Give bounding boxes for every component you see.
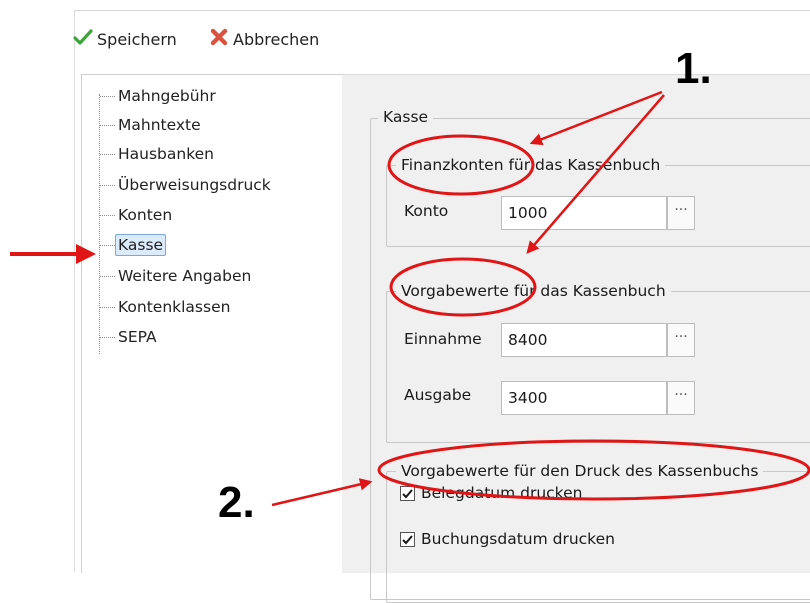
belegdatum-checkbox[interactable]: Belegdatum drucken	[400, 484, 582, 502]
tree-item-label: Überweisungsdruck	[118, 176, 271, 194]
vorgabewerte-group	[386, 291, 810, 443]
einnahme-input[interactable]: 8400	[501, 323, 667, 357]
konto-input[interactable]: 1000	[501, 196, 667, 230]
belegdatum-label: Belegdatum drucken	[421, 484, 583, 502]
settings-tree: Mahngebühr Mahntexte Hausbanken Überweis…	[81, 74, 343, 573]
tree-item-kontenklassen[interactable]: Kontenklassen	[100, 296, 233, 318]
settings-panel: Kasse Finanzkonten für das Kassenbuch Ko…	[342, 74, 810, 603]
top-divider	[74, 10, 810, 11]
druck-group-title: Vorgabewerte für den Druck des Kassenbuc…	[396, 461, 764, 481]
tree-item-label: Kontenklassen	[118, 298, 231, 316]
tree-item-mahntexte[interactable]: Mahntexte	[100, 114, 204, 136]
vorgabewerte-group-title: Vorgabewerte für das Kassenbuch	[396, 281, 671, 301]
tree-item-label: Konten	[118, 206, 173, 224]
annotation-2: 2.	[218, 478, 255, 527]
left-divider	[74, 10, 75, 572]
tree-item-hausbanken[interactable]: Hausbanken	[100, 143, 217, 165]
tree-item-mahngebuehr[interactable]: Mahngebühr	[100, 85, 219, 107]
annotation-1: 1.	[675, 44, 712, 93]
ausgabe-lookup-button[interactable]: ...	[667, 381, 695, 415]
left-margin	[0, 0, 74, 572]
checkbox-box[interactable]	[400, 485, 415, 501]
konto-lookup-button[interactable]: ...	[667, 196, 695, 230]
einnahme-lookup-button[interactable]: ...	[667, 323, 695, 357]
tree-item-label: SEPA	[118, 328, 157, 346]
konto-label: Konto	[404, 202, 449, 220]
tree-item-weitere-angaben[interactable]: Weitere Angaben	[100, 265, 254, 287]
buchungsdatum-checkbox[interactable]: Buchungsdatum drucken	[400, 530, 615, 548]
checkbox-box[interactable]	[400, 531, 415, 547]
tree-item-label: Weitere Angaben	[118, 267, 252, 285]
tree-item-ueberweisungsdruck[interactable]: Überweisungsdruck	[100, 174, 274, 196]
tree-item-label: Mahngebühr	[118, 87, 216, 105]
finanzkonten-group-title: Finanzkonten für das Kassenbuch	[396, 155, 666, 175]
buchungsdatum-label: Buchungsdatum drucken	[421, 530, 615, 548]
cancel-button[interactable]: Abbrechen	[209, 27, 319, 51]
checkmark-icon	[73, 28, 93, 50]
tree-item-label: Mahntexte	[118, 116, 201, 134]
tree-item-kasse[interactable]: Kasse	[100, 234, 167, 256]
cancel-x-icon	[209, 27, 229, 51]
tree-item-sepa[interactable]: SEPA	[100, 326, 160, 348]
ausgabe-label: Ausgabe	[404, 386, 472, 404]
save-label: Speichern	[97, 29, 177, 49]
save-button[interactable]: Speichern	[73, 27, 177, 51]
tree-item-label: Hausbanken	[118, 145, 214, 163]
kasse-group-title: Kasse	[378, 107, 434, 127]
check-icon	[402, 488, 413, 498]
einnahme-label: Einnahme	[404, 330, 482, 348]
tree-item-konten[interactable]: Konten	[100, 204, 175, 226]
ausgabe-input[interactable]: 3400	[501, 381, 667, 415]
tree-item-label: Kasse	[115, 234, 167, 256]
cancel-label: Abbrechen	[233, 29, 320, 49]
check-icon	[402, 534, 413, 544]
